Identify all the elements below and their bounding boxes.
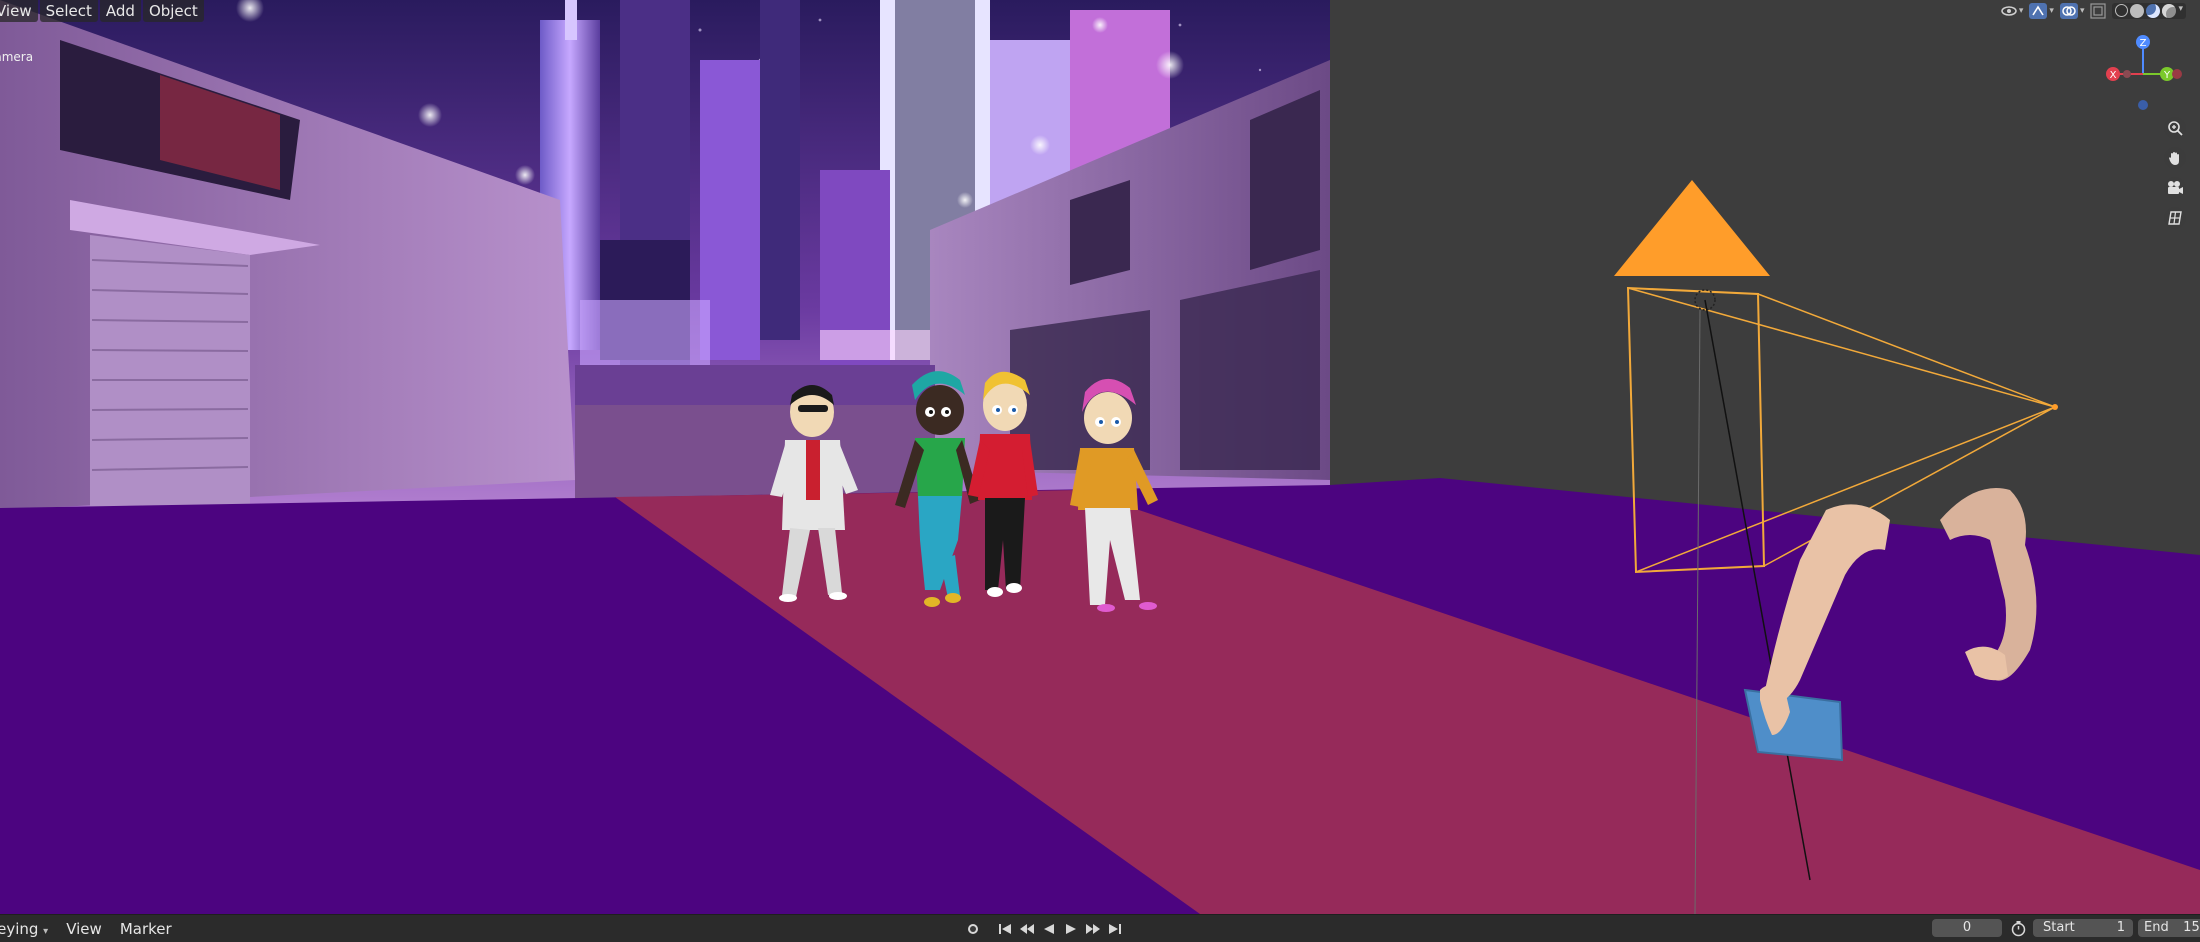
viewport-header-menus: View Select Add Object bbox=[0, 0, 204, 22]
keying-menu[interactable]: Keying ▾ bbox=[0, 920, 48, 938]
shading-mode-group: ▾ bbox=[2112, 3, 2186, 19]
end-value: 155 bbox=[2183, 920, 2200, 935]
next-keyframe-icon[interactable] bbox=[1084, 920, 1102, 938]
navigation-gizmo[interactable]: Z X Y bbox=[2103, 30, 2183, 110]
end-frame-field[interactable]: End 155 bbox=[2138, 919, 2200, 937]
navigation-buttons bbox=[2164, 117, 2186, 229]
start-value: 1 bbox=[2116, 920, 2125, 935]
material-shading-icon[interactable] bbox=[2146, 4, 2161, 18]
viewport-header-controls: ▾ ▾ ▾ ▾ bbox=[2001, 1, 2186, 21]
xray-toggle[interactable] bbox=[2090, 2, 2107, 20]
play-reverse-icon[interactable] bbox=[1040, 920, 1058, 938]
play-icon[interactable] bbox=[1062, 920, 1080, 938]
record-icon[interactable] bbox=[964, 920, 982, 938]
chevron-down-icon: ▾ bbox=[2049, 6, 2054, 16]
overlay-icon bbox=[2059, 3, 2078, 19]
marker-menu[interactable]: Marker bbox=[120, 920, 172, 938]
add-menu[interactable]: Add bbox=[99, 0, 141, 22]
object-menu[interactable]: Object bbox=[142, 0, 204, 22]
gizmo-icon bbox=[2029, 3, 2048, 19]
overlay-toggle[interactable]: ▾ bbox=[2059, 2, 2085, 20]
eye-icon bbox=[2001, 6, 2017, 16]
keying-label: Keying bbox=[0, 919, 39, 938]
chevron-down-icon: ▾ bbox=[2178, 4, 2183, 14]
playback-controls bbox=[964, 919, 1124, 938]
xray-icon bbox=[2090, 3, 2107, 19]
solid-shading-icon[interactable] bbox=[2130, 4, 2145, 18]
end-label: End bbox=[2144, 920, 2169, 935]
gizmo-toggle[interactable]: ▾ bbox=[2029, 2, 2054, 20]
3d-viewport[interactable]: View Select Add Object Camera ▾ ▾ ▾ ▾ bbox=[0, 0, 2200, 914]
y-axis-label: Y bbox=[2163, 70, 2171, 81]
chevron-down-icon: ▾ bbox=[2079, 6, 2085, 16]
zoom-icon[interactable] bbox=[2164, 117, 2186, 139]
city-backdrop-image bbox=[0, 0, 1330, 510]
ortho-grid-icon[interactable] bbox=[2164, 207, 2186, 229]
rendered-shading-icon[interactable] bbox=[2162, 4, 2177, 18]
select-menu[interactable]: Select bbox=[39, 0, 98, 22]
z-axis-label: Z bbox=[2140, 38, 2147, 49]
wireframe-shading-icon[interactable] bbox=[2115, 4, 2129, 17]
viewport-scene bbox=[0, 0, 2200, 914]
jump-end-icon[interactable] bbox=[1106, 920, 1124, 938]
visibility-toggle[interactable]: ▾ bbox=[2001, 2, 2024, 20]
start-label: Start bbox=[2043, 920, 2075, 935]
jump-start-icon[interactable] bbox=[996, 920, 1014, 938]
start-frame-field[interactable]: Start 1 bbox=[2033, 919, 2133, 937]
x-axis-label: X bbox=[2110, 70, 2117, 81]
timeline-bar: Keying ▾ View Marker 0 Start 1 End 155 bbox=[0, 914, 2200, 942]
stopwatch-icon[interactable] bbox=[2010, 920, 2027, 937]
current-frame-field[interactable]: 0 bbox=[1932, 919, 2002, 937]
chevron-down-icon: ▾ bbox=[43, 925, 49, 937]
view-menu[interactable]: View bbox=[0, 0, 38, 22]
camera-label: Camera bbox=[0, 50, 34, 64]
hand-pan-icon[interactable] bbox=[2164, 147, 2186, 169]
camera-view-icon[interactable] bbox=[2164, 177, 2186, 199]
timeline-view-menu[interactable]: View bbox=[66, 920, 102, 938]
chevron-down-icon: ▾ bbox=[2018, 6, 2024, 16]
prev-keyframe-icon[interactable] bbox=[1018, 920, 1036, 938]
